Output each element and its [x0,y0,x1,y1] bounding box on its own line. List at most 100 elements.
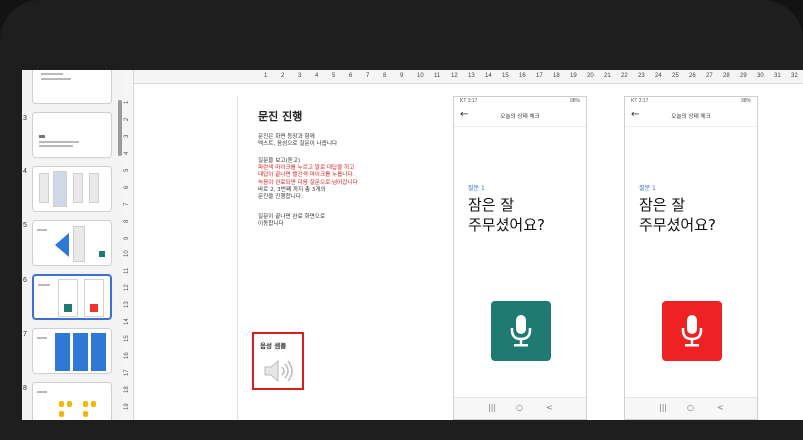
question-text: 잠은 잘 주무셨어요? [639,195,716,235]
slide-title: 문진 진행 [258,110,303,123]
app-window: 3 4 5 6 7 8 1 2 3 4 5 6 7 8 9 10 11 12 1… [0,0,803,440]
phone-screen-recording-stop: KT 3:17 98% ← 오늘의 상태 체크 질문 1 잠은 잘 주무셨어요? [624,96,758,420]
voice-sample-box[interactable]: 음성 샘플 [252,332,304,390]
ruler-tick-label: 18 [553,73,560,79]
text-line-highlight: 녹음이 완료되면 다음 질문으로 넘어갑니다 [258,179,358,186]
ruler-tick-label: 8 [383,73,387,79]
ruler-tick-label: 29 [740,73,747,79]
nav-back[interactable]: < [546,403,553,412]
voice-sample-label: 음성 샘플 [260,342,287,350]
question-line: 잠은 잘 [639,196,686,214]
text-line: 질문이 끝나면 완료 화면으로 [258,214,326,220]
horizontal-ruler: 1 2 3 4 5 6 7 8 9 10 11 12 13 14 15 16 17 18 19 20 21 22 23 24 2… [134,70,803,84]
question-line: 주무셨어요? [468,216,545,234]
thumbnail-number: 6 [23,277,27,284]
ruler-tick-label: 31 [774,73,781,79]
status-bar: KT 3:17 98% [454,97,586,105]
ruler-tick-label: 17 [536,73,543,79]
slide-paragraph-completion: 질문이 끝나면 완료 화면으로 이동합니다 [258,214,458,228]
ruler-tick-label: 17 [124,369,130,376]
nav-recent-apps[interactable]: ||| [659,403,667,412]
presentation-editor: 3 4 5 6 7 8 1 2 3 4 5 6 7 8 9 10 11 12 1… [22,70,803,420]
vertical-ruler: 1 2 3 4 5 6 7 8 9 10 11 12 13 14 15 16 17 18 19 [122,70,134,420]
text-line: 이동합니다 [258,221,284,228]
ruler-tick-label: 6 [349,73,353,79]
slide-thumbnail-pane: 3 4 5 6 7 8 [22,70,132,420]
ruler-tick-label: 19 [124,403,130,410]
text-line: 바로 2, 3번째 까지 총 3개의 [258,186,326,193]
ruler-tick-label: 30 [757,73,764,79]
ruler-tick-label: 16 [519,73,526,79]
slide-thumbnail-2[interactable] [32,70,112,104]
thumbnail-number: 8 [23,385,27,392]
status-bar: KT 3:17 98% [625,97,757,105]
nav-recent-apps[interactable]: ||| [488,403,496,412]
ruler-tick-label: 14 [124,318,130,325]
status-battery: 98% [740,98,751,104]
ruler-tick-label: 24 [655,73,662,79]
text-line: 문진을 진행합니다. [258,194,303,201]
slide-thumbnail-4[interactable] [32,166,112,212]
question-number: 질문 1 [468,185,485,192]
ruler-tick-label: 2 [281,73,285,79]
ruler-tick-label: 11 [124,267,130,274]
ruler-tick-label: 19 [570,73,577,79]
ruler-tick-label: 1 [264,73,268,79]
ruler-tick-label: 7 [366,73,370,79]
app-bar-title: 오늘의 상태 체크 [671,114,711,120]
slide-thumbnail-8[interactable] [32,382,112,420]
question-line: 잠은 잘 [468,196,515,214]
ruler-tick-label: 3 [124,134,130,138]
app-bar: ← 오늘의 상태 체크 [454,105,586,127]
slide-thumbnail-6[interactable] [32,274,112,320]
nav-home[interactable]: ○ [516,403,523,412]
ruler-tick-label: 32 [791,73,798,79]
stop-mic-button[interactable] [662,301,722,361]
app-bar-title: 오늘의 상태 체크 [500,114,540,120]
ruler-tick-label: 20 [587,73,594,79]
status-battery: 98% [569,98,580,104]
ruler-tick-label: 10 [124,250,130,257]
ruler-tick-label: 23 [638,73,645,79]
speaker-icon[interactable] [262,358,298,384]
text-line: 텍스트, 음성으로 질문이 나옵니다 [258,141,338,148]
thumbnail-number: 5 [23,222,27,229]
slide-thumbnail-3[interactable] [32,112,112,158]
ruler-tick-label: 13 [468,73,475,79]
ruler-tick-label: 12 [451,73,458,79]
ruler-tick-label: 12 [124,284,130,291]
status-time: KT 3:17 [460,98,478,104]
ruler-tick-label: 28 [723,73,730,79]
app-bar: ← 오늘의 상태 체크 [625,105,757,127]
thumbnail-number: 7 [23,331,27,338]
ruler-tick-label: 25 [672,73,679,79]
slide-paragraph-intro: 문진은 화면 등장과 함께 텍스트, 음성으로 질문이 나옵니다 [258,134,458,148]
ruler-tick-label: 10 [417,73,424,79]
nav-back[interactable]: < [717,403,724,412]
android-nav-bar: ||| ○ < [625,397,757,419]
ruler-tick-label: 5 [332,73,336,79]
ruler-tick-label: 15 [502,73,509,79]
question-number: 질문 1 [639,185,656,192]
android-nav-bar: ||| ○ < [454,397,586,419]
ruler-tick-label: 9 [124,236,130,240]
phone-screen-recording-start: KT 3:17 98% ← 오늘의 상태 체크 질문 1 잠은 잘 주무셨어요? [453,96,587,420]
slide-canvas[interactable]: 문진 진행 문진은 화면 등장과 함께 텍스트, 음성으로 질문이 나옵니다 질… [237,96,803,420]
thumbnail-number: 3 [23,115,27,122]
slide-thumbnail-7[interactable] [32,328,112,374]
ruler-tick-label: 14 [485,73,492,79]
nav-home[interactable]: ○ [687,403,694,412]
ruler-tick-label: 27 [706,73,713,79]
ruler-tick-label: 13 [124,301,130,308]
slide-paragraph-instructions: 질문을 보고(듣고) 파란색 마이크를 누르고 말로 대답을 하고 대답이 끝나… [258,158,458,201]
ruler-tick-label: 4 [315,73,319,79]
record-mic-button[interactable] [491,301,551,361]
ruler-tick-label: 2 [124,117,130,121]
ruler-tick-label: 6 [124,185,130,189]
status-time: KT 3:17 [631,98,649,104]
slide-thumbnail-5[interactable] [32,220,112,266]
ruler-tick-label: 16 [124,352,130,359]
ruler-tick-label: 5 [124,168,130,172]
question-text: 잠은 잘 주무셨어요? [468,195,545,235]
microphone-icon [681,315,703,347]
